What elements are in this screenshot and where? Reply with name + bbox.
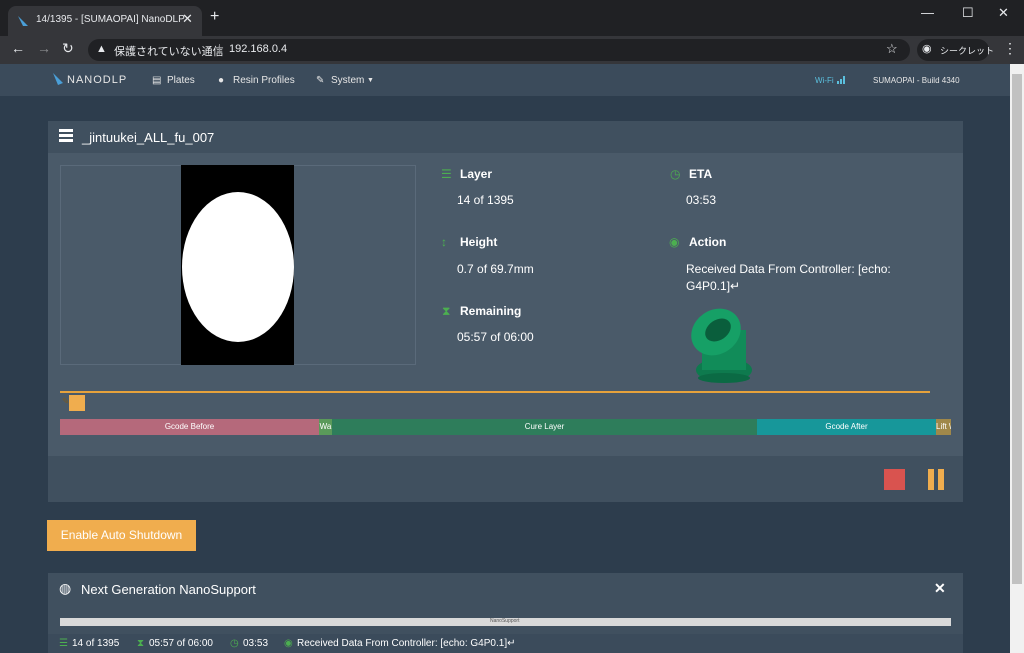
print-progress-line	[60, 391, 930, 393]
tab-close-icon[interactable]: ✕	[182, 11, 193, 27]
eye-icon: ◉	[669, 235, 680, 249]
clock-icon: ◷	[670, 167, 681, 181]
status-eye-icon: ◉	[284, 638, 293, 649]
nanodlp-logo-icon	[53, 73, 63, 85]
wifi-signal-icon	[837, 76, 845, 84]
print-progress-knob[interactable]	[69, 395, 85, 411]
status-layer: 14 of 1395	[72, 638, 120, 649]
forward-icon[interactable]: →	[37, 40, 51, 56]
pause-button-bar[interactable]	[938, 469, 944, 490]
nanosupport-thumbnail-title: NanoSupport	[490, 618, 520, 624]
new-tab-icon[interactable]: +	[210, 8, 219, 26]
nav-system[interactable]: System	[331, 75, 364, 86]
plates-icon: ▤	[152, 75, 162, 86]
back-icon[interactable]: ←	[11, 40, 25, 56]
status-layers-icon: ☰	[59, 638, 68, 649]
minimize-icon[interactable]: —	[921, 5, 934, 20]
layer-shape	[182, 192, 294, 342]
server-icon	[59, 129, 73, 142]
height-value: 0.7 of 69.7mm	[457, 262, 534, 276]
tab-title: 14/1395 - [SUMAOPAI] NanoDLP	[36, 14, 185, 25]
status-remaining: 05:57 of 06:00	[149, 638, 213, 649]
enable-auto-shutdown-button[interactable]: Enable Auto Shutdown	[47, 520, 196, 551]
window-close-icon[interactable]: ✕	[998, 5, 1009, 21]
url-text[interactable]: 192.168.0.4	[229, 43, 287, 55]
model-3d-preview	[691, 308, 752, 383]
security-label: 保護されていない通信	[114, 46, 224, 58]
status-action: Received Data From Controller: [echo: G4…	[297, 638, 516, 649]
phase-lift: Lift \	[936, 419, 951, 435]
plate-title: _jintuukei_ALL_fu_007	[82, 130, 215, 145]
status-hourglass-icon: ⧗	[137, 638, 145, 649]
close-panel-icon[interactable]: ✕	[934, 580, 946, 597]
browser-menu-icon[interactable]: ⋮	[1003, 40, 1017, 57]
eta-value: 03:53	[686, 193, 717, 207]
phase-wait: Wa	[319, 419, 332, 435]
eta-label: ETA	[689, 167, 713, 181]
layer-label: Layer	[460, 167, 493, 181]
brand-name[interactable]: NANODLP	[67, 74, 127, 86]
incognito-icon: ◉	[922, 43, 932, 55]
reload-icon[interactable]: ↻	[62, 40, 74, 57]
phase-gcode-before: Gcode Before	[60, 419, 319, 435]
action-value-line2: G4P0.1]↵	[686, 279, 741, 293]
bookmark-star-icon[interactable]: ☆	[886, 41, 898, 57]
progress-marker-icon: ✎	[62, 396, 70, 406]
stop-button[interactable]	[884, 469, 905, 490]
height-arrows-icon: ↕	[441, 235, 447, 249]
layers-icon: ☰	[441, 167, 452, 181]
remaining-value: 05:57 of 06:00	[457, 330, 534, 344]
resin-drop-icon: ●	[218, 75, 225, 86]
omnibox-divider: |	[218, 43, 221, 55]
layer-value: 14 of 1395	[457, 193, 514, 207]
hourglass-icon: ⧗	[442, 304, 451, 318]
chevron-down-icon: ▼	[367, 77, 374, 84]
globe-icon: ◍	[59, 580, 72, 596]
nanosupport-title: Next Generation NanoSupport	[81, 582, 256, 597]
pause-button[interactable]	[928, 469, 934, 490]
height-label: Height	[460, 235, 498, 249]
wifi-label[interactable]: Wi-Fi	[815, 76, 834, 85]
status-eta: 03:53	[243, 638, 269, 649]
build-label: SUMAOPAI - Build 4340	[873, 76, 960, 85]
phase-cure-layer: Cure Layer	[332, 419, 757, 435]
maximize-icon[interactable]: ☐	[962, 5, 974, 21]
action-label: Action	[689, 235, 727, 249]
incognito-label: シークレット	[940, 46, 995, 56]
warning-icon[interactable]: ▲	[96, 43, 107, 55]
wrench-icon: ✎	[316, 75, 325, 86]
remaining-label: Remaining	[460, 304, 522, 318]
action-value-line1: Received Data From Controller: [echo:	[686, 262, 891, 276]
status-clock-icon: ◷	[230, 638, 239, 649]
nanodlp-favicon-icon	[18, 16, 28, 26]
nav-resin-profiles[interactable]: Resin Profiles	[233, 75, 295, 86]
scrollbar-thumb[interactable]	[1012, 74, 1022, 584]
phase-gcode-after: Gcode After	[757, 419, 936, 435]
nav-plates[interactable]: Plates	[167, 75, 195, 86]
print-panel-footer	[48, 456, 963, 502]
